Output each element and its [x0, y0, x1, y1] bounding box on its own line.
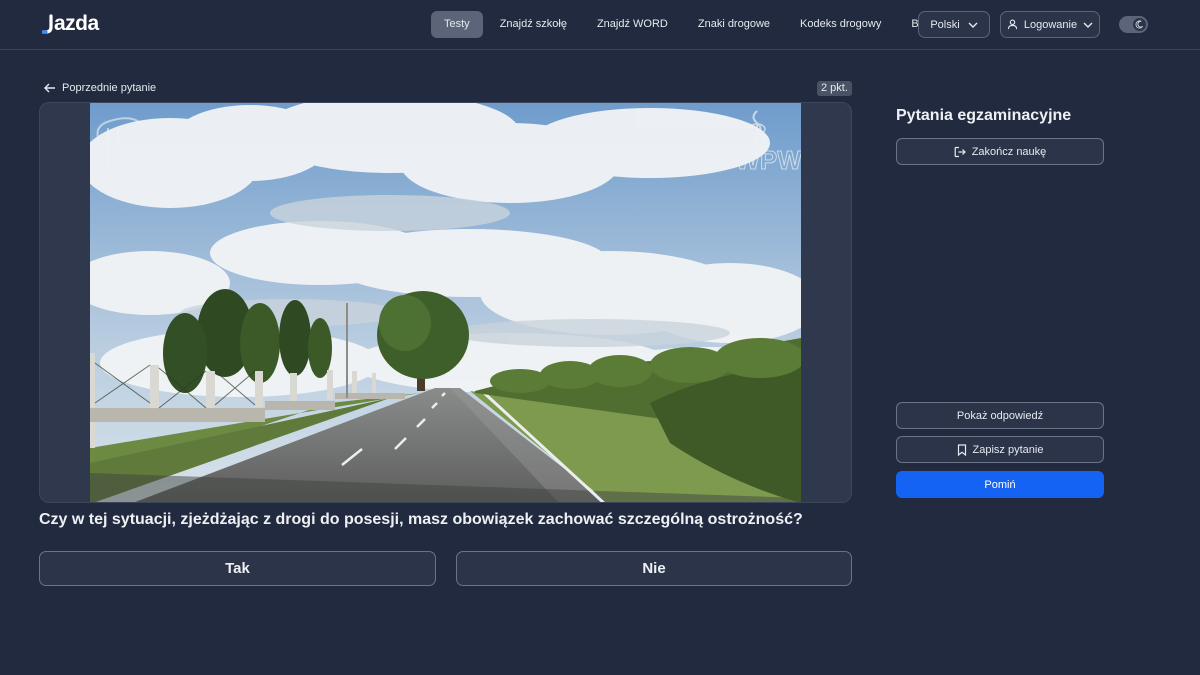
language-label: Polski [930, 18, 960, 31]
question-text: Czy w tej sytuacji, zjeżdżając z drogi d… [39, 511, 803, 528]
chevron-down-icon [1083, 22, 1093, 28]
chevron-down-icon [968, 22, 978, 28]
logo-text: azda [54, 12, 99, 35]
login-label: Logowanie [1023, 18, 1078, 31]
user-icon [1007, 19, 1018, 30]
site-logo[interactable]: azda [42, 11, 99, 37]
show-answer-label: Pokaż odpowiedź [956, 409, 1044, 422]
main-nav: Testy Znajdź szkołę Znajdź WORD Znaki dr… [431, 11, 950, 38]
svg-text:®: ® [148, 119, 154, 127]
language-select[interactable]: Polski [918, 11, 990, 38]
theme-toggle[interactable] [1119, 16, 1148, 33]
login-button[interactable]: Logowanie [1000, 11, 1100, 38]
question-media-frame: ® PWPW [39, 102, 852, 503]
svg-text:PWPW: PWPW [718, 145, 801, 175]
question-image: ® PWPW [90, 103, 801, 502]
end-study-button[interactable]: Zakończ naukę [896, 138, 1104, 165]
logo-j-mark [42, 13, 54, 35]
nav-item-znajdz-word[interactable]: Znajdź WORD [584, 11, 681, 38]
skip-label: Pomiń [984, 478, 1016, 491]
save-question-label: Zapisz pytanie [972, 443, 1044, 456]
save-question-button[interactable]: Zapisz pytanie [896, 436, 1104, 463]
previous-question-label: Poprzednie pytanie [62, 82, 157, 94]
end-study-label: Zakończ naukę [971, 145, 1047, 158]
nav-item-kodeks-drogowy[interactable]: Kodeks drogowy [787, 11, 894, 38]
points-badge: 2 pkt. [817, 81, 852, 96]
answer-yes-button[interactable]: Tak [39, 551, 436, 586]
skip-button[interactable]: Pomiń [896, 471, 1104, 498]
top-navbar: azda Testy Znajdź szkołę Znajdź WORD Zna… [0, 0, 1200, 50]
show-answer-button[interactable]: Pokaż odpowiedź [896, 402, 1104, 429]
arrow-left-icon [44, 83, 55, 93]
nav-item-znaki-drogowe[interactable]: Znaki drogowe [685, 11, 783, 38]
logout-icon [954, 146, 966, 157]
bookmark-icon [957, 443, 966, 456]
previous-question-link[interactable]: Poprzednie pytanie [44, 80, 156, 96]
nav-item-znajdz-szkole[interactable]: Znajdź szkołę [487, 11, 580, 38]
nav-item-testy[interactable]: Testy [431, 11, 483, 38]
moon-icon [1133, 18, 1146, 31]
sidebar-title: Pytania egzaminacyjne [896, 107, 1072, 124]
answer-no-button[interactable]: Nie [456, 551, 852, 586]
